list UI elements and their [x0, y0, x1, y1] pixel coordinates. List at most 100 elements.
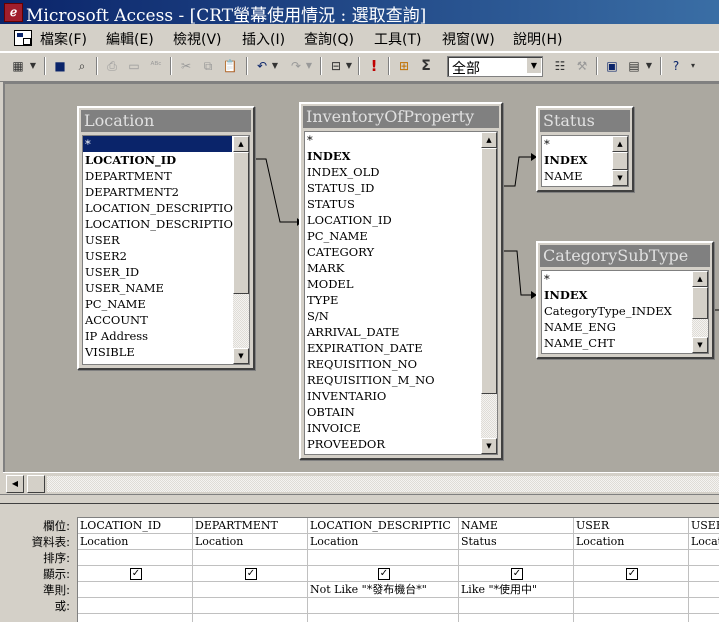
- location-field[interactable]: *: [83, 136, 232, 152]
- design-pane-hscroll[interactable]: ◀: [3, 472, 719, 493]
- grid-cell-criteria[interactable]: [193, 582, 308, 598]
- new-object-dropdown-icon[interactable]: ▼: [644, 56, 654, 76]
- location-field[interactable]: ACCOUNT: [85, 312, 148, 328]
- grid-cell-or[interactable]: [689, 598, 719, 614]
- grid-cells[interactable]: LOCATION_ID Location ✓ DEPARTMENT Location ✓ L…: [77, 517, 719, 622]
- inventory-field[interactable]: CATEGORY: [307, 244, 374, 260]
- grid-cell-sort[interactable]: [308, 550, 459, 566]
- location-field[interactable]: LOCATION_ID: [85, 152, 176, 168]
- inventory-field[interactable]: EXPIRATION_DATE: [307, 340, 423, 356]
- location-field[interactable]: LOCATION_DESCRIPTION: [85, 200, 243, 216]
- inventory-field[interactable]: PROVEEDOR: [307, 436, 385, 452]
- grid-cell-sort[interactable]: [574, 550, 689, 566]
- table-status-scrollbar[interactable]: ▲ ▼: [612, 136, 628, 186]
- table-categorysubtype[interactable]: CategorySubType * INDEX CategoryType_INDEX…: [536, 241, 714, 359]
- categorysubtype-field[interactable]: NAME_CHT: [544, 335, 615, 351]
- location-field[interactable]: PC_NAME: [85, 296, 146, 312]
- table-inventoryofproperty-title[interactable]: InventoryOfProperty: [303, 106, 499, 128]
- inventory-field[interactable]: MODEL: [307, 276, 353, 292]
- grid-cell-or[interactable]: [193, 598, 308, 614]
- run-query-icon[interactable]: !: [364, 56, 384, 76]
- location-field[interactable]: USER_ID: [85, 264, 139, 280]
- view-datasheet-icon[interactable]: ▦: [8, 56, 28, 76]
- grid-cell-field[interactable]: LOCATION_DESCRIPTIC: [308, 518, 459, 534]
- pane-splitter[interactable]: [0, 494, 719, 504]
- grid-cell-show[interactable]: ✓: [574, 566, 689, 582]
- grid-cell-show[interactable]: ✓: [193, 566, 308, 582]
- table-inventoryofproperty[interactable]: InventoryOfProperty * INDEX INDEX_OLD STATU…: [299, 102, 503, 460]
- join-inventory-categorysubtype[interactable]: [504, 250, 535, 296]
- table-design-pane[interactable]: Location * LOCATION_ID DEPARTMENT DEPARTMEN…: [3, 82, 719, 474]
- build-icon[interactable]: ⚒: [572, 56, 592, 76]
- query-type-dropdown-icon[interactable]: ▼: [344, 56, 354, 76]
- menu-window[interactable]: 視窗(W): [442, 29, 495, 49]
- grid-cell-field[interactable]: DEPARTMENT: [193, 518, 308, 534]
- grid-cell-sort[interactable]: [459, 550, 574, 566]
- show-checkbox[interactable]: ✓: [626, 568, 638, 580]
- location-field[interactable]: USER2: [85, 248, 127, 264]
- grid-cell-show[interactable]: ✓: [459, 566, 574, 582]
- inventory-field[interactable]: *: [307, 132, 313, 148]
- join-inventory-status[interactable]: [504, 156, 535, 187]
- scroll-thumb[interactable]: [612, 152, 628, 170]
- grid-cell-show[interactable]: ✓: [78, 566, 193, 582]
- chevron-down-icon[interactable]: ▼: [526, 58, 541, 73]
- status-field[interactable]: INDEX: [544, 152, 588, 168]
- table-status-title[interactable]: Status: [540, 110, 630, 132]
- inventory-field[interactable]: PC_NAME: [307, 228, 368, 244]
- scroll-down-icon[interactable]: ▼: [233, 348, 249, 364]
- scroll-up-icon[interactable]: ▲: [692, 271, 708, 287]
- inventory-field[interactable]: INDEX_OLD: [307, 164, 379, 180]
- location-field[interactable]: DEPARTMENT2: [85, 184, 179, 200]
- scroll-down-icon[interactable]: ▼: [481, 438, 497, 454]
- menu-help[interactable]: 說明(H): [513, 29, 562, 49]
- save-icon[interactable]: ■: [50, 56, 70, 76]
- inventory-field[interactable]: TYPE: [307, 292, 338, 308]
- scroll-up-icon[interactable]: ▲: [612, 136, 628, 152]
- properties-icon[interactable]: ☷: [550, 56, 570, 76]
- search-icon[interactable]: ⌕: [72, 56, 92, 76]
- access-app-icon[interactable]: ℯ: [4, 3, 23, 22]
- scroll-up-icon[interactable]: ▲: [481, 132, 497, 148]
- scroll-down-icon[interactable]: ▼: [692, 337, 708, 353]
- location-field[interactable]: VISIBLE: [85, 344, 135, 360]
- query-type-icon[interactable]: ⊟: [326, 56, 346, 76]
- print-icon[interactable]: ⎙: [102, 56, 122, 76]
- spelling-icon[interactable]: ᴬᴮᶜ: [146, 56, 166, 76]
- grid-cell-field[interactable]: USER: [574, 518, 689, 534]
- grid-cell-criteria[interactable]: [78, 582, 193, 598]
- table-categorysubtype-title[interactable]: CategorySubType: [540, 245, 710, 267]
- table-inventoryofproperty-scrollbar[interactable]: ▲ ▼: [481, 132, 497, 454]
- grid-cell-show[interactable]: [689, 566, 719, 582]
- grid-cell-table[interactable]: Location: [574, 534, 689, 550]
- location-field[interactable]: LOCATION_DESCRIPTION2: [85, 216, 249, 232]
- scroll-thumb[interactable]: [692, 287, 708, 319]
- undo-icon[interactable]: ↶: [252, 56, 272, 76]
- redo-dropdown-icon[interactable]: ▼: [304, 56, 314, 76]
- inventory-field[interactable]: STATUS: [307, 196, 355, 212]
- top-values-combo[interactable]: 全部 ▼: [447, 56, 543, 77]
- status-field[interactable]: NAME: [544, 168, 583, 184]
- location-field[interactable]: USER_NAME: [85, 280, 164, 296]
- paste-icon[interactable]: 📋: [220, 56, 240, 76]
- table-location-field-list[interactable]: * LOCATION_ID DEPARTMENT DEPARTMENT2 LOCATIO…: [82, 135, 250, 365]
- menu-file[interactable]: 檔案(F): [40, 29, 87, 49]
- scroll-track[interactable]: [47, 476, 719, 492]
- show-checkbox[interactable]: ✓: [511, 568, 523, 580]
- menu-edit[interactable]: 編輯(E): [106, 29, 154, 49]
- inventory-field[interactable]: REQUISITION_NO: [307, 356, 417, 372]
- grid-cell-table[interactable]: Location: [193, 534, 308, 550]
- location-field[interactable]: DEPARTMENT: [85, 168, 172, 184]
- database-window-icon[interactable]: ▣: [602, 56, 622, 76]
- show-table-icon[interactable]: ⊞: [394, 56, 414, 76]
- grid-cell-criteria[interactable]: Like "*使用中": [459, 582, 574, 598]
- menu-view[interactable]: 檢視(V): [173, 29, 222, 49]
- table-location-scrollbar[interactable]: ▲ ▼: [233, 136, 249, 364]
- view-dropdown-icon[interactable]: ▼: [28, 56, 38, 76]
- scroll-down-icon[interactable]: ▼: [612, 170, 628, 186]
- inventory-field[interactable]: REQUISITION_M_NO: [307, 372, 435, 388]
- inventory-field[interactable]: S/N: [307, 308, 329, 324]
- grid-cell-field[interactable]: USER: [689, 518, 719, 534]
- join-location-inventory[interactable]: [254, 158, 297, 223]
- scroll-left-icon[interactable]: ◀: [6, 475, 24, 493]
